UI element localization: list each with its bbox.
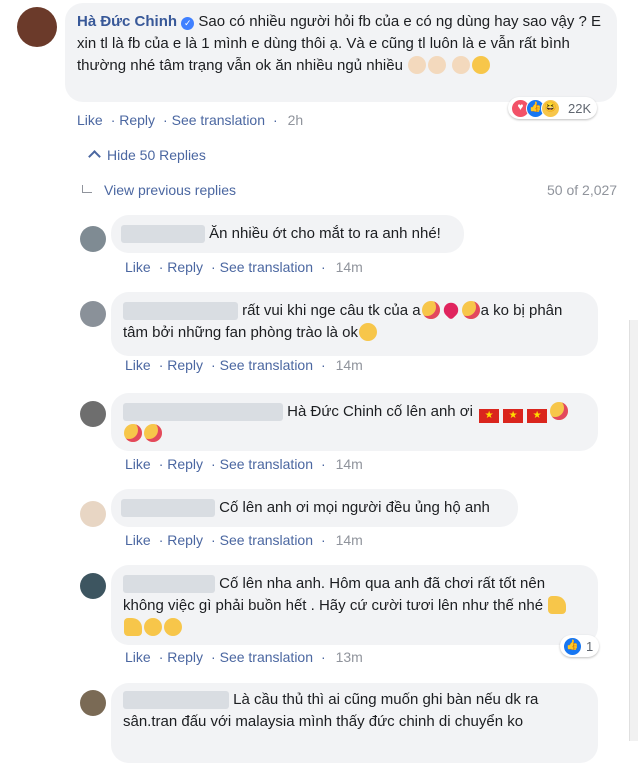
reply-bubble: Cố lên anh ơi mọi người đều ủng hộ anh xyxy=(111,489,518,527)
main-comment-bubble: Hà Đức Chinh ✓ Sao có nhiều người hỏi fb… xyxy=(65,3,617,102)
vietnam-flag-emoji: ★ xyxy=(479,409,500,423)
like-link[interactable]: Like xyxy=(125,259,151,275)
reply-bubble: Hà Đức Chinh cố lên anh ơi ★ ★ ★ xyxy=(111,393,598,451)
like-link[interactable]: Like xyxy=(125,649,151,665)
reply-time[interactable]: 14m xyxy=(336,259,363,275)
reply-bubble: Ăn nhiều ớt cho mắt to ra anh nhé! xyxy=(111,215,464,253)
see-translation-link[interactable]: See translation xyxy=(220,456,313,472)
view-previous-label: View previous replies xyxy=(104,182,237,198)
heart-eyes-emoji xyxy=(440,299,461,321)
hide-replies-label: Hide 50 Replies xyxy=(107,147,206,163)
reply-time[interactable]: 13m xyxy=(336,649,363,665)
main-reactions-pill[interactable]: ♥ 👍 😆 22K xyxy=(508,97,598,119)
see-translation-link[interactable]: See translation xyxy=(220,259,313,275)
reply-text: Ăn nhiều ớt cho mắt to ra anh nhé! xyxy=(209,225,441,242)
kiss-emoji xyxy=(461,301,480,319)
comment-time[interactable]: 2h xyxy=(288,112,304,128)
thumbs-up-emoji xyxy=(548,596,567,614)
blurred-name[interactable] xyxy=(123,403,283,422)
blurred-name[interactable] xyxy=(123,691,229,710)
like-icon: 👍 xyxy=(563,636,582,656)
verified-icon: ✓ xyxy=(181,17,195,30)
reply-actions: Like · Reply · See translation · 14m xyxy=(125,456,363,472)
reply-arrow-icon xyxy=(82,185,92,193)
main-comment-actions: Like · Reply · See translation · 2h xyxy=(77,112,304,128)
reactions-count: 1 xyxy=(586,638,594,654)
reply-text: Cố lên anh ơi mọi người đều ủng hộ anh xyxy=(219,499,490,516)
smile-emoji xyxy=(472,56,491,74)
see-translation-link[interactable]: See translation xyxy=(220,357,313,373)
reply-avatar[interactable] xyxy=(80,301,106,327)
reply-link[interactable]: Reply xyxy=(167,456,203,472)
ok-hand-emoji xyxy=(452,56,471,74)
vietnam-flag-emoji: ★ xyxy=(503,409,524,423)
kiss-emoji xyxy=(550,402,569,420)
hide-replies-link[interactable]: Hide 50 Replies xyxy=(88,147,206,163)
blurred-name[interactable] xyxy=(121,499,215,518)
reply-time[interactable]: 14m xyxy=(336,357,363,373)
reply-link[interactable]: Reply xyxy=(167,532,203,548)
comment-author-name[interactable]: Hà Đức Chinh xyxy=(77,13,177,30)
ok-hand-emoji xyxy=(359,323,378,341)
reply-bubble: Cố lên nha anh. Hôm qua anh đã chơi rất … xyxy=(111,565,598,645)
reply-bubble: rất vui khi nge câu tk của aa ko bị phân… xyxy=(111,292,598,356)
reply-bubble: Là cầu thủ thì ai cũng muốn ghi bàn nếu … xyxy=(111,683,598,763)
thumbs-up-emoji xyxy=(124,618,142,636)
view-previous-replies-link[interactable]: View previous replies xyxy=(82,182,236,198)
reply-actions: Like · Reply · See translation · 14m xyxy=(125,259,363,275)
haha-icon: 😆 xyxy=(541,98,560,118)
reply-avatar[interactable] xyxy=(80,401,106,427)
blurred-name[interactable] xyxy=(123,575,215,594)
see-translation-link[interactable]: See translation xyxy=(220,532,313,548)
like-link[interactable]: Like xyxy=(125,532,151,548)
author-avatar[interactable] xyxy=(17,7,57,47)
smile-emoji xyxy=(164,618,182,636)
reactions-count: 22K xyxy=(568,100,592,116)
vietnam-flag-emoji: ★ xyxy=(527,409,548,423)
scrollbar[interactable] xyxy=(629,320,638,741)
reply-avatar[interactable] xyxy=(80,501,106,527)
ok-hand-emoji xyxy=(428,56,447,74)
reply-avatar[interactable] xyxy=(80,226,106,252)
reply-actions: Like · Reply · See translation · 13m xyxy=(125,649,363,665)
smile-emoji xyxy=(144,618,162,636)
reply-link[interactable]: Reply xyxy=(167,649,203,665)
kiss-emoji xyxy=(421,301,440,319)
reply-link[interactable]: Reply xyxy=(119,112,155,128)
ok-hand-emoji xyxy=(408,56,427,74)
reply-actions: Like · Reply · See translation · 14m xyxy=(125,357,363,373)
reply-time[interactable]: 14m xyxy=(336,456,363,472)
see-translation-link[interactable]: See translation xyxy=(220,649,313,665)
reply-reactions-pill[interactable]: 👍 1 xyxy=(560,635,600,657)
kiss-emoji xyxy=(124,424,142,442)
reply-actions: Like · Reply · See translation · 14m xyxy=(125,532,363,548)
blurred-name[interactable] xyxy=(121,225,205,244)
reply-text: Hà Đức Chinh cố lên anh ơi xyxy=(287,403,473,420)
like-link[interactable]: Like xyxy=(125,456,151,472)
see-translation-link[interactable]: See translation xyxy=(172,112,265,128)
reply-avatar[interactable] xyxy=(80,573,106,599)
reply-text: rất vui khi nge câu tk của a xyxy=(242,302,421,319)
like-link[interactable]: Like xyxy=(125,357,151,373)
like-link[interactable]: Like xyxy=(77,112,103,128)
chevron-up-icon xyxy=(88,150,101,163)
kiss-emoji xyxy=(144,424,162,442)
reply-link[interactable]: Reply xyxy=(167,357,203,373)
reply-avatar[interactable] xyxy=(80,690,106,716)
reply-link[interactable]: Reply xyxy=(167,259,203,275)
replies-counter: 50 of 2,027 xyxy=(547,182,618,198)
reply-time[interactable]: 14m xyxy=(336,532,363,548)
blurred-name[interactable] xyxy=(123,302,238,321)
